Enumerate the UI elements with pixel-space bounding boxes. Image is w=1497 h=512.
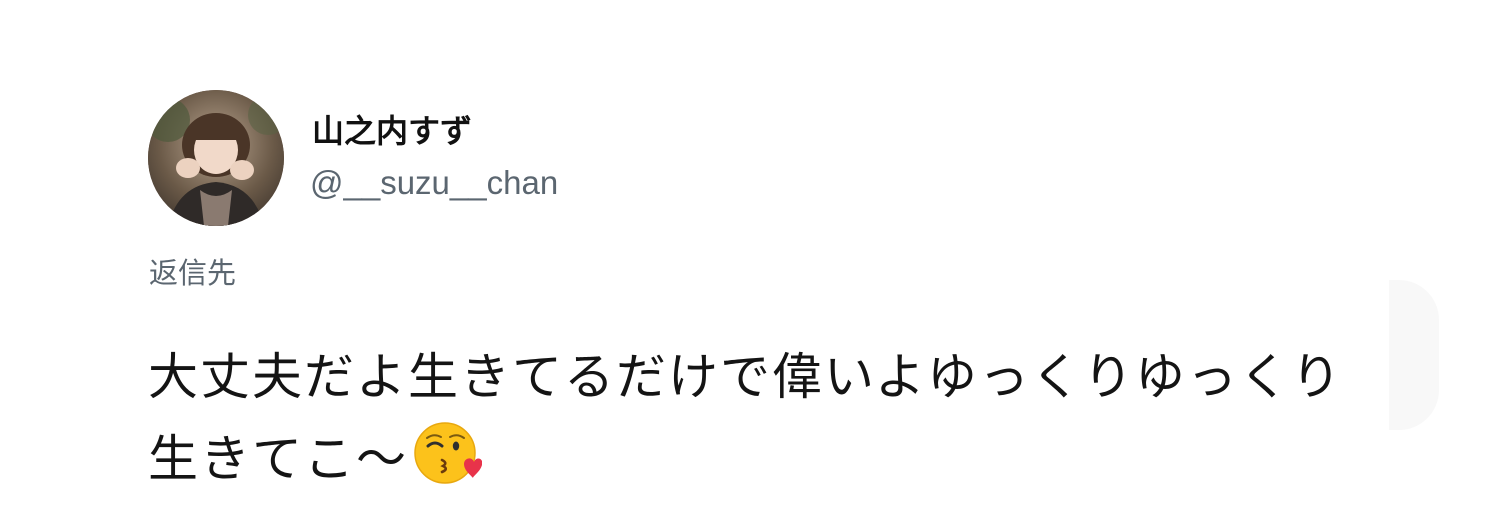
tweet-text: 大丈夫だよ生きてるだけで偉いよゆっくりゆっくり生きてこ〜 (148, 336, 1348, 500)
background-shape (1389, 280, 1439, 430)
user-handle[interactable]: @__suzu__chan (310, 162, 558, 204)
avatar-photo (148, 90, 284, 226)
tweet-text-content: 大丈夫だよ生きてるだけで偉いよゆっくりゆっくり生きてこ〜 (148, 348, 1343, 488)
display-name[interactable]: 山之内すず (312, 111, 472, 151)
reply-to-label: 返信先 (149, 256, 237, 290)
kissing-face-with-heart-icon (412, 418, 483, 488)
tweet-card: 山之内すず @__suzu__chan 返信先 大丈夫だよ生きてるだけで偉いよゆ… (0, 0, 1497, 499)
avatar[interactable] (148, 90, 284, 226)
